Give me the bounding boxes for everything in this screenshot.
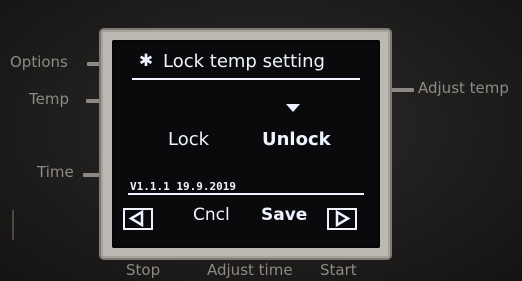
version-text: V1.1.1 19.9.2019 — [130, 180, 236, 193]
adjust-temp-tick — [390, 88, 414, 92]
title-underline — [132, 78, 360, 80]
options-tick — [87, 62, 102, 66]
save-button[interactable]: Save — [261, 205, 307, 225]
right-arrow-icon — [335, 210, 351, 227]
panel-edge-mark — [0, 210, 14, 240]
time-label: Time — [37, 163, 74, 181]
version-underline — [128, 193, 364, 195]
stop-label: Stop — [126, 261, 161, 279]
selection-caret-icon — [286, 104, 300, 112]
start-label: Start — [320, 261, 357, 279]
temp-label: Temp — [29, 90, 69, 108]
temp-tick — [86, 99, 102, 103]
screen-title: Lock temp setting — [163, 51, 325, 72]
lock-option[interactable]: Lock — [168, 129, 209, 150]
left-arrow-button[interactable] — [123, 208, 153, 230]
left-arrow-icon — [128, 210, 144, 227]
adjust-time-label: Adjust time — [207, 261, 293, 279]
cancel-button[interactable]: Cncl — [193, 205, 230, 225]
unlock-option[interactable]: Unlock — [262, 129, 331, 150]
time-tick — [83, 173, 102, 177]
adjust-temp-label: Adjust temp — [418, 79, 509, 97]
gear-icon: ✱ — [138, 51, 154, 71]
right-arrow-button[interactable] — [327, 208, 357, 230]
options-label: Options — [10, 53, 68, 71]
